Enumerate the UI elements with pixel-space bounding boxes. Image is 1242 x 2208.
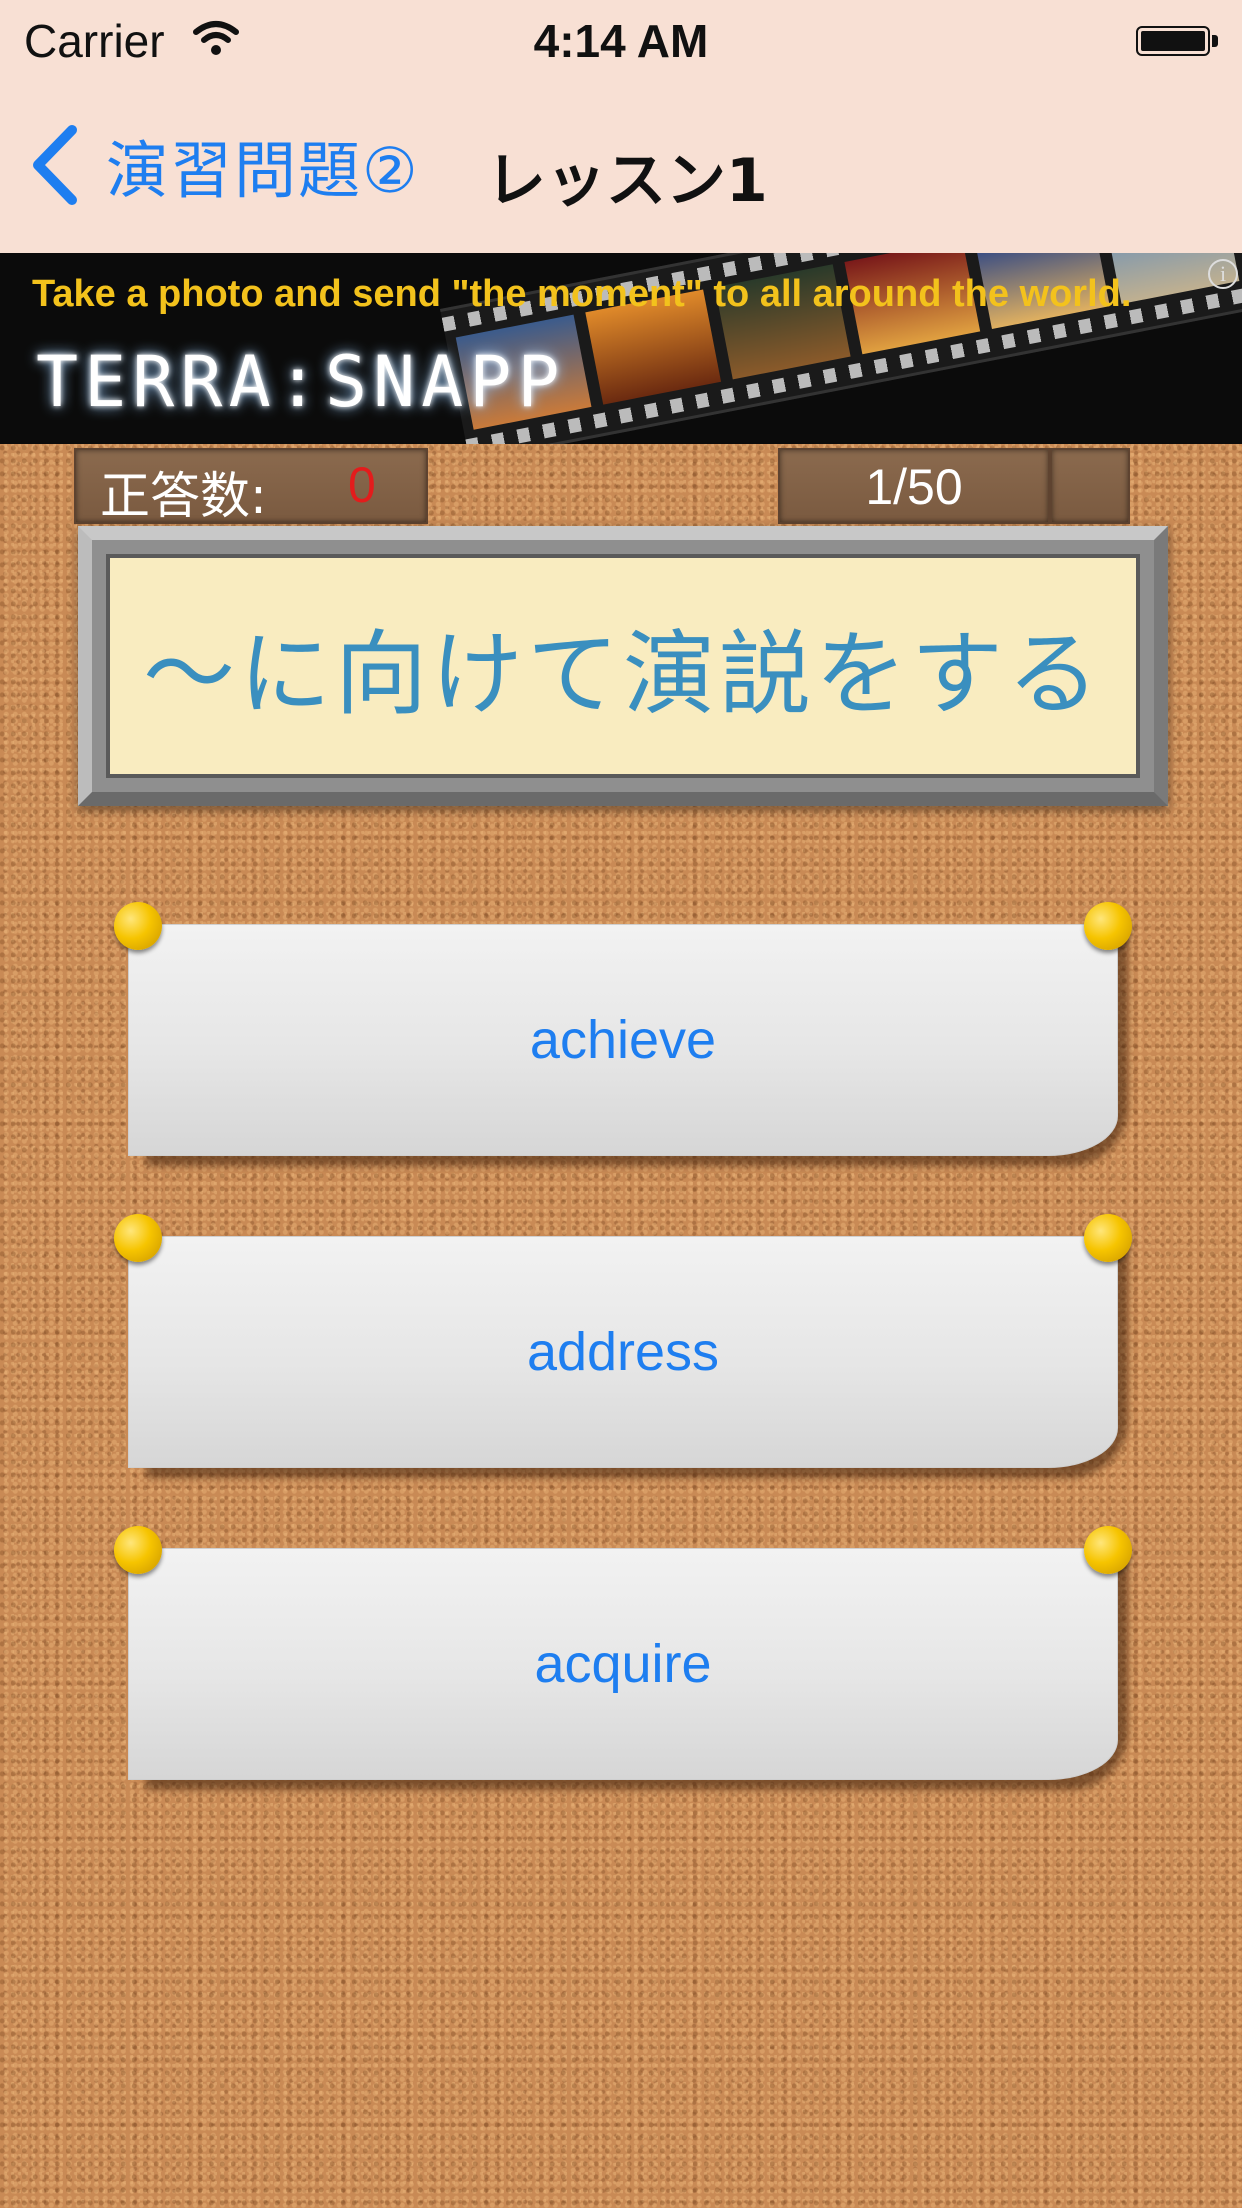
- answer-option-1[interactable]: achieve: [114, 902, 1132, 1166]
- ad-banner[interactable]: Take a photo and send "the moment" to al…: [0, 253, 1242, 444]
- question-text: ～に向けて演説をする: [142, 620, 1103, 728]
- back-button[interactable]: 演習問題②: [28, 120, 420, 210]
- pushpin-icon: [114, 902, 162, 950]
- progress-panel-end: [1050, 448, 1130, 524]
- page-title: レッスン1: [486, 146, 768, 216]
- info-icon[interactable]: i: [1208, 259, 1238, 289]
- answer-option-2[interactable]: address: [114, 1214, 1132, 1478]
- score-label: 正答数:: [100, 467, 267, 525]
- answer-option-3[interactable]: acquire: [114, 1526, 1132, 1790]
- answer-label: achieve: [529, 1010, 717, 1070]
- ad-logo: TERRA:SNAPP: [36, 341, 566, 423]
- answer-label: address: [526, 1322, 720, 1382]
- question-frame: ～に向けて演説をする: [78, 526, 1168, 806]
- pushpin-icon: [1084, 1526, 1132, 1574]
- answer-label: acquire: [534, 1634, 712, 1694]
- question-card: ～に向けて演説をする: [106, 554, 1140, 778]
- progress-text: 1/50: [865, 459, 963, 515]
- navigation-header: Carrier 4:14 AM 演習問題② レッスン1: [0, 0, 1242, 254]
- score-value: 0: [348, 457, 376, 513]
- pushpin-icon: [1084, 902, 1132, 950]
- chevron-left-icon: [33, 125, 77, 205]
- pushpin-icon: [1084, 1214, 1132, 1262]
- status-bar: Carrier 4:14 AM: [0, 0, 1242, 84]
- back-button-label: 演習問題②: [106, 134, 420, 207]
- progress-panel: 1/50: [778, 448, 1050, 524]
- score-panel: 正答数: 0: [74, 448, 428, 525]
- nav-bar: 演習問題② レッスン1: [0, 110, 1242, 220]
- pushpin-icon: [114, 1214, 162, 1262]
- ad-tagline: Take a photo and send "the moment" to al…: [32, 273, 1132, 315]
- clock: 4:14 AM: [533, 15, 709, 67]
- pushpin-icon: [114, 1526, 162, 1574]
- battery-icon: [1136, 26, 1220, 60]
